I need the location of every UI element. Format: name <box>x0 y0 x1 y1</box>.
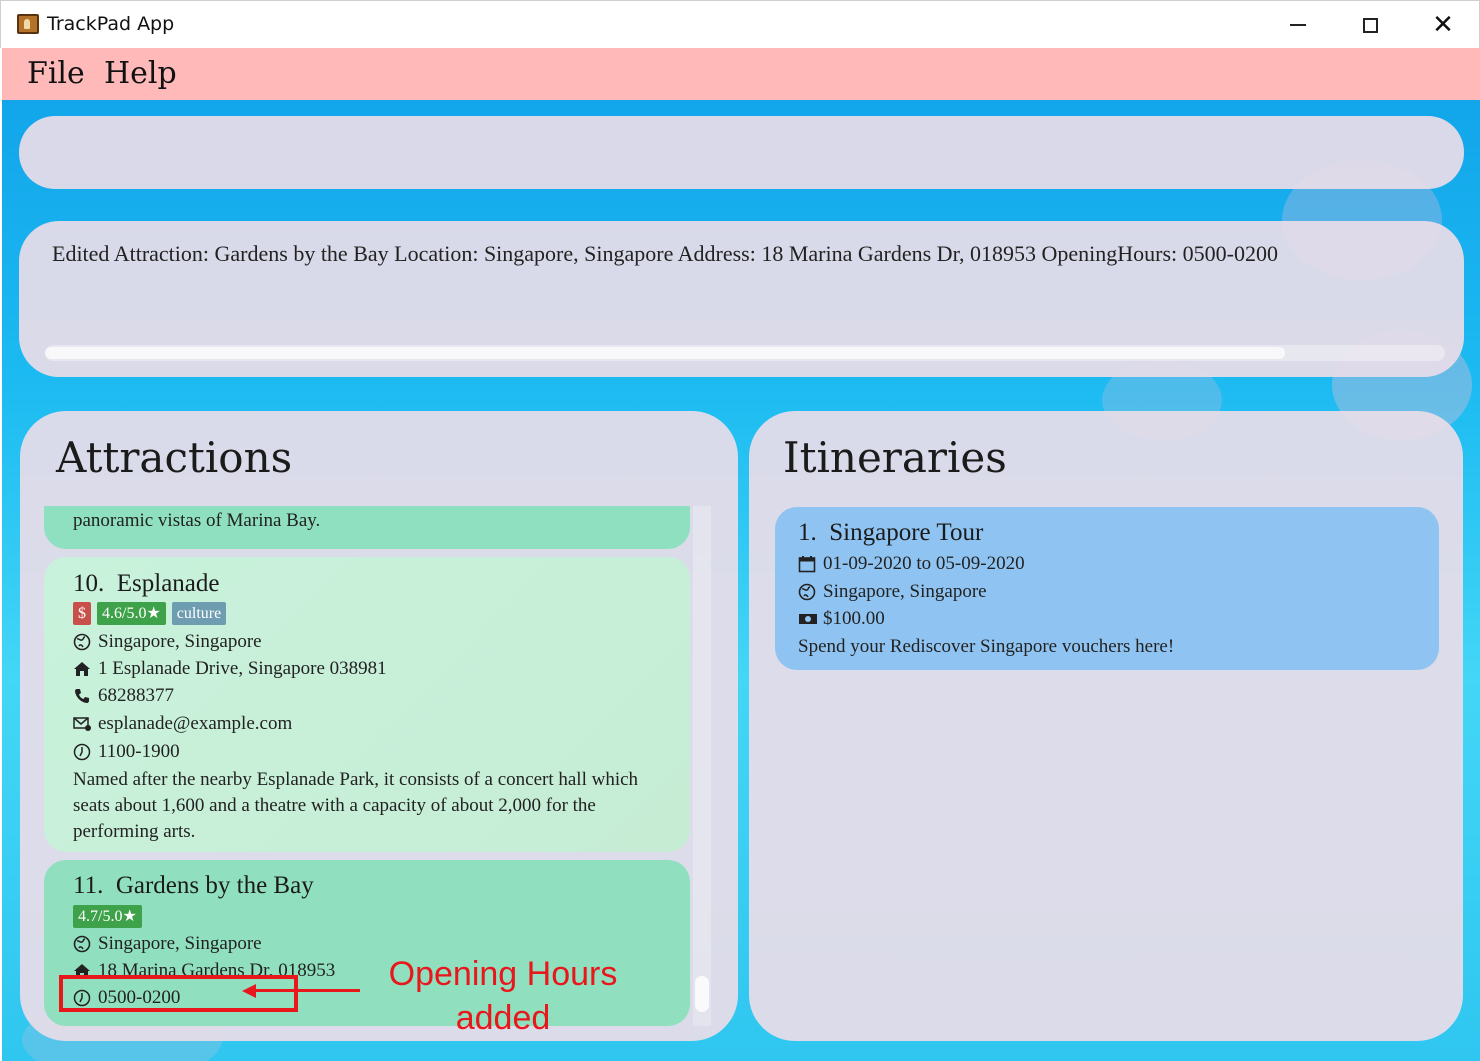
attractions-panel: Attractions panoramic vistas of Marina B… <box>20 411 738 1041</box>
result-horizontal-scrollbar[interactable] <box>45 345 1445 361</box>
attractions-scrollbar[interactable] <box>693 506 711 1026</box>
itinerary-index: 1. <box>798 519 817 546</box>
window-titlebar: TrackPad App ✕ <box>0 0 1480 48</box>
itinerary-description: Spend your Rediscover Singapore vouchers… <box>798 636 1174 658</box>
calendar-icon <box>798 555 820 573</box>
close-icon[interactable]: ✕ <box>1408 1 1478 49</box>
attraction-address: 1 Esplanade Drive, Singapore 038981 <box>73 658 387 680</box>
rating-badge: 4.6/5.0★ <box>97 602 166 625</box>
attraction-email: esplanade@example.com <box>73 713 292 735</box>
window-title: TrackPad App <box>47 13 175 35</box>
attraction-badges: 4.7/5.0★ <box>73 905 142 928</box>
result-text: Edited Attraction: Gardens by the Bay Lo… <box>52 241 1278 266</box>
money-icon <box>798 612 820 626</box>
globe-icon <box>73 633 95 651</box>
location-text: Singapore, Singapore <box>823 581 987 602</box>
attraction-card[interactable]: panoramic vistas of Marina Bay. <box>44 506 690 549</box>
attraction-location: Singapore, Singapore <box>73 933 262 955</box>
itinerary-title: Singapore Tour <box>829 519 984 546</box>
attraction-index: 11. <box>73 872 104 899</box>
menu-help[interactable]: Help <box>104 56 177 91</box>
email-text: esplanade@example.com <box>98 713 293 734</box>
budget-text: $100.00 <box>823 608 885 629</box>
email-icon <box>73 716 95 732</box>
location-text: Singapore, Singapore <box>98 933 262 954</box>
minimize-icon[interactable] <box>1263 1 1333 49</box>
dates-text: 01-09-2020 to 05-09-2020 <box>823 553 1025 574</box>
tag-badge: culture <box>171 602 227 625</box>
attractions-list[interactable]: panoramic vistas of Marina Bay. 10. Espl… <box>44 506 714 1026</box>
itinerary-card[interactable]: 1. Singapore Tour 01-09-2020 to 05-09-20… <box>775 507 1439 670</box>
attraction-name: 10. Esplanade <box>73 570 219 598</box>
itineraries-panel: Itineraries 1. Singapore Tour 01-09-2020… <box>749 411 1463 1041</box>
attraction-badges: $ 4.6/5.0★ culture <box>73 602 227 625</box>
location-text: Singapore, Singapore <box>98 631 262 652</box>
rating-badge: 4.7/5.0★ <box>73 905 142 928</box>
arrow-head-icon <box>242 984 256 998</box>
itineraries-heading: Itineraries <box>783 433 1007 482</box>
itinerary-dates: 01-09-2020 to 05-09-2020 <box>798 553 1025 575</box>
itinerary-name: 1. Singapore Tour <box>798 519 983 547</box>
attractions-heading: Attractions <box>56 433 293 482</box>
attraction-index: 10. <box>73 570 105 597</box>
address-text: 1 Esplanade Drive, Singapore 038981 <box>98 658 387 679</box>
attraction-card[interactable]: 10. Esplanade $ 4.6/5.0★ culture Singapo… <box>44 557 690 852</box>
annotation-line-1: Opening Hours <box>388 955 618 993</box>
attractions-scrollbar-thumb[interactable] <box>695 976 709 1012</box>
phone-text: 68288377 <box>98 685 174 706</box>
annotation-label: Opening Hours added <box>368 952 638 1040</box>
attraction-description: panoramic vistas of Marina Bay. <box>73 510 321 531</box>
globe-icon <box>798 583 820 601</box>
description-text: Spend your Rediscover Singapore vouchers… <box>798 636 1175 657</box>
itinerary-budget: $100.00 <box>798 608 885 630</box>
attraction-description: Named after the nearby Esplanade Park, i… <box>73 769 639 842</box>
attraction-location: Singapore, Singapore <box>73 631 262 653</box>
attraction-name: 11. Gardens by the Bay <box>73 872 314 900</box>
clock-icon <box>73 743 95 761</box>
command-input[interactable] <box>19 116 1464 189</box>
highlight-box <box>59 975 298 1012</box>
itinerary-location: Singapore, Singapore <box>798 581 987 603</box>
app-background: Edited Attraction: Gardens by the Bay Lo… <box>2 100 1480 1061</box>
attraction-title: Esplanade <box>116 570 220 597</box>
maximize-icon[interactable] <box>1335 1 1405 49</box>
result-scrollbar-thumb[interactable] <box>45 347 1285 359</box>
menu-bar: File Help <box>2 48 1480 100</box>
attraction-hours: 1100-1900 <box>73 741 180 763</box>
attraction-phone: 68288377 <box>73 685 174 707</box>
hours-text: 1100-1900 <box>98 741 180 762</box>
annotation-arrow <box>252 989 360 992</box>
menu-file[interactable]: File <box>27 56 85 91</box>
app-icon <box>17 14 39 34</box>
attraction-title: Gardens by the Bay <box>115 872 314 899</box>
globe-icon <box>73 935 95 953</box>
phone-icon <box>73 687 95 705</box>
price-badge: $ <box>73 602 91 625</box>
result-display: Edited Attraction: Gardens by the Bay Lo… <box>19 221 1464 377</box>
home-icon <box>73 660 95 678</box>
annotation-line-2: added <box>455 999 551 1037</box>
